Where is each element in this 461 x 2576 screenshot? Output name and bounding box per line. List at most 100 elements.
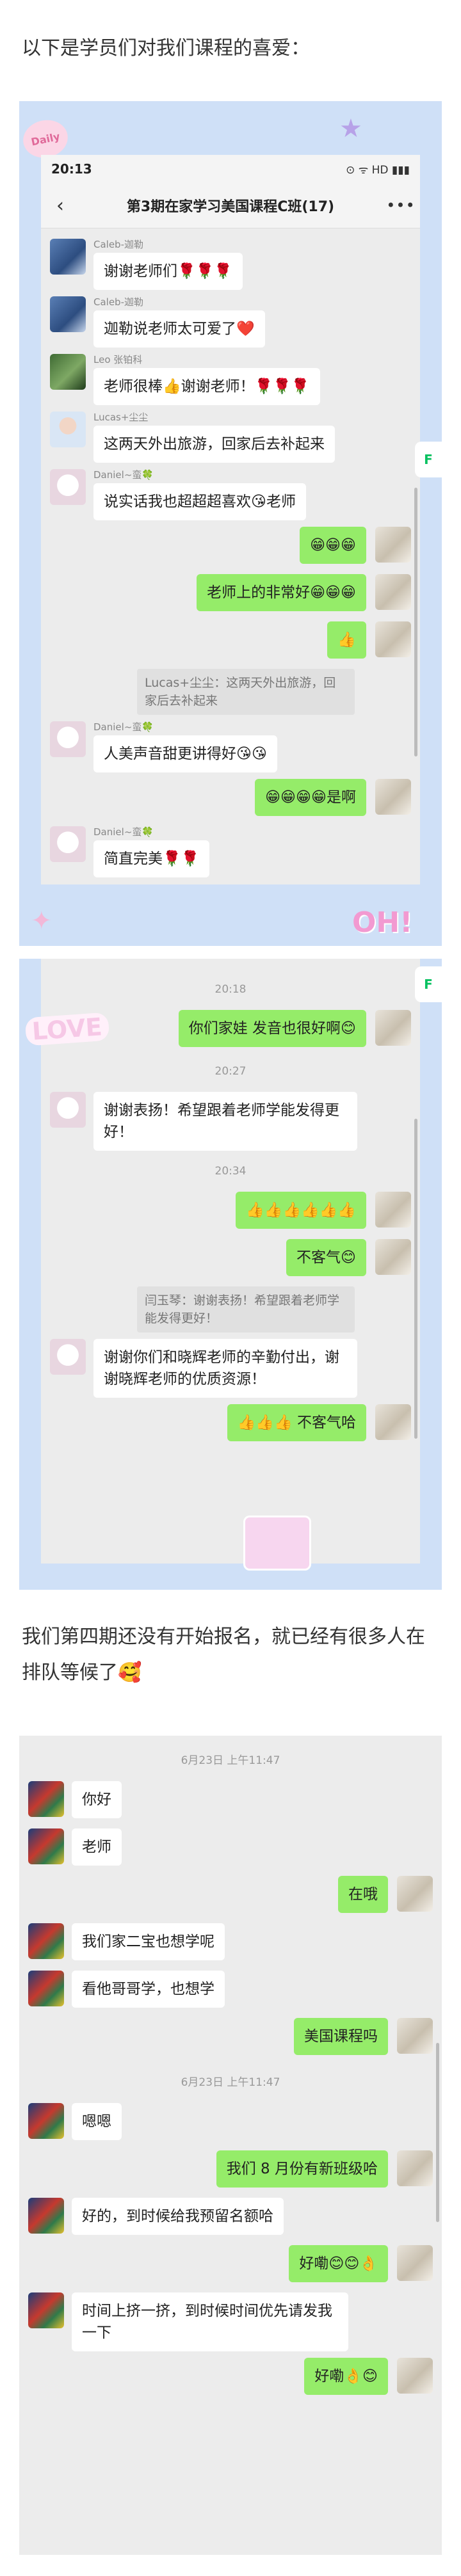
message-row: Daniel~蛮🍀 说实话我也超超超喜欢😘老师 — [41, 469, 420, 520]
avatar[interactable] — [50, 412, 86, 447]
avatar[interactable] — [397, 2018, 433, 2054]
avatar[interactable] — [50, 354, 86, 390]
avatar[interactable] — [375, 621, 411, 657]
sticker-oh: OH! — [352, 906, 413, 939]
avatar[interactable] — [28, 1828, 64, 1864]
intro-text: 以下是学员们对我们课程的喜爱： — [22, 37, 310, 60]
avatar[interactable] — [397, 1876, 433, 1912]
scrollbar[interactable] — [414, 488, 417, 756]
message-bubble[interactable]: 😁😁😁 — [300, 527, 366, 564]
avatar[interactable] — [28, 2103, 64, 2139]
avatar[interactable] — [375, 1404, 411, 1440]
avatar[interactable] — [28, 2198, 64, 2234]
avatar[interactable] — [50, 721, 86, 757]
message-row: Daniel~蛮🍀 简直完美🌹🌹 — [41, 826, 420, 877]
message-bubble[interactable]: 👍👍👍👍👍👍 — [236, 1192, 366, 1229]
message-row: 我们 8 月份有新班级哈 — [19, 2150, 442, 2191]
avatar[interactable] — [397, 2150, 433, 2186]
message-row: 时间上挤一挤，到时候时间优先请发我一下 — [19, 2292, 442, 2351]
sender-name: Caleb-迦勒 — [93, 296, 143, 308]
sender-name: Lucas+尘尘 — [93, 412, 149, 423]
message-bubble[interactable]: 说实话我也超超超喜欢😘老师 — [93, 483, 306, 520]
avatar[interactable] — [28, 1781, 64, 1817]
message-bubble[interactable]: 嗯嗯 — [72, 2103, 122, 2140]
avatar[interactable] — [375, 1192, 411, 1228]
avatar[interactable] — [50, 1092, 86, 1128]
avatar[interactable] — [50, 469, 86, 505]
message-bubble[interactable]: 老师很棒👍谢谢老师！🌹🌹🌹 — [93, 368, 320, 405]
sender-name: Daniel~蛮🍀 — [93, 826, 154, 838]
avatar[interactable] — [375, 527, 411, 563]
back-icon[interactable]: ‹ — [41, 195, 79, 217]
avatar[interactable] — [375, 779, 411, 815]
quoted-message: Lucas+尘尘：这两天外出旅游，回家后去补起来 — [137, 669, 355, 715]
more-icon[interactable]: ••• — [382, 196, 420, 214]
message-bubble[interactable]: 看他哥哥学，也想学 — [72, 1971, 225, 2008]
quoted-message: 闫玉琴：谢谢表扬！希望跟着老师学能发得更好！ — [137, 1286, 355, 1332]
message-row: 在哦 — [19, 1876, 442, 1917]
avatar[interactable] — [397, 2358, 433, 2394]
avatar[interactable] — [28, 2292, 64, 2328]
status-icons: ⊙ ᯤ HD ▮▮▮ — [346, 163, 410, 177]
scrollbar-3[interactable] — [436, 2043, 439, 2222]
message-bubble[interactable]: 谢谢你们和晓辉老师的辛勤付出，谢谢晓辉老师的优质资源！ — [93, 1339, 357, 1398]
side-tab-2[interactable]: F — [415, 966, 442, 1002]
avatar[interactable] — [28, 1923, 64, 1959]
message-bubble[interactable]: 👍 — [327, 621, 366, 659]
message-bubble[interactable]: 我们 8 月份有新班级哈 — [216, 2150, 388, 2188]
message-row: Caleb-迦勒 谢谢老师们🌹🌹🌹 — [41, 239, 420, 290]
message-bubble[interactable]: 你好 — [72, 1781, 122, 1818]
timestamp: 6月23日 上午11:47 — [181, 2076, 280, 2089]
timestamp: 20:27 — [214, 1065, 247, 1078]
message-bubble[interactable]: 我们家二宝也想学呢 — [72, 1923, 225, 1960]
message-row: 👍👍👍 不客气哈 — [41, 1404, 420, 1445]
message-bubble[interactable]: 谢谢表扬！希望跟着老师学能发得更好！ — [93, 1092, 357, 1151]
message-row: 好嘞😊😊👌 — [19, 2245, 442, 2286]
side-tab[interactable]: F — [415, 442, 442, 477]
message-bubble[interactable]: 时间上挤一挤，到时候时间优先请发我一下 — [72, 2292, 348, 2351]
message-bubble[interactable]: 谢谢老师们🌹🌹🌹 — [93, 253, 243, 290]
message-bubble[interactable]: 在哦 — [338, 1876, 388, 1913]
sender-name: Leo 张铂科 — [93, 354, 143, 365]
sticker-love: LOVE — [24, 1012, 109, 1046]
avatar[interactable] — [50, 239, 86, 275]
avatar[interactable] — [375, 1239, 411, 1275]
avatar[interactable] — [50, 1339, 86, 1375]
avatar[interactable] — [50, 296, 86, 332]
scrollbar-2[interactable] — [414, 1119, 417, 1439]
message-row: 👍 — [41, 621, 420, 662]
chat-screenshot-1: Daily ★ 20:13 ⊙ ᯤ HD ▮▮▮ ‹ 第3期在家学习美国课程C班… — [19, 101, 442, 946]
message-bubble[interactable]: 好嘞👌😊 — [304, 2358, 388, 2395]
message-bubble[interactable]: 😁😁😁😁是啊 — [255, 779, 366, 816]
message-bubble[interactable]: 美国课程吗 — [294, 2018, 388, 2055]
message-bubble[interactable]: 迦勒说老师太可爱了❤️ — [93, 310, 265, 348]
status-time: 20:13 — [51, 161, 92, 177]
chat-screenshot-3: 6月23日 上午11:47 你好老师在哦我们家二宝也想学呢 看他哥哥学，也想学美国课… — [19, 1736, 442, 2555]
message-row: 😁😁😁😁是啊 — [41, 779, 420, 820]
message-bubble[interactable]: 这两天外出旅游，回家后去补起来 — [93, 426, 335, 463]
message-bubble[interactable]: 人美声音甜更讲得好😘😘 — [93, 735, 277, 772]
avatar[interactable] — [397, 2245, 433, 2281]
avatar[interactable] — [375, 1010, 411, 1046]
message-row: Leo 张铂科老师很棒👍谢谢老师！🌹🌹🌹 — [41, 354, 420, 405]
message-bubble[interactable]: 👍👍👍 不客气哈 — [227, 1404, 366, 1441]
message-list[interactable]: Caleb-迦勒 谢谢老师们🌹🌹🌹 Caleb-迦勒迦勒说老师太可爱了❤️ Leo 张… — [41, 228, 420, 888]
message-row: 好嘞👌😊 — [19, 2358, 442, 2399]
avatar[interactable] — [50, 826, 86, 862]
message-bubble[interactable]: 你们家娃 发音也很好啊😊 — [178, 1010, 366, 1047]
message-bubble[interactable]: 好的，到时候给我预留名额哈 — [72, 2198, 284, 2235]
message-list-3[interactable]: 6月23日 上午11:47 你好老师在哦我们家二宝也想学呢 看他哥哥学，也想学美国课… — [19, 1736, 442, 2409]
message-bubble[interactable]: 老师 — [72, 1828, 122, 1866]
sender-name: Daniel~蛮🍀 — [93, 721, 154, 733]
message-bubble[interactable]: 不客气😊 — [286, 1239, 366, 1276]
avatar[interactable] — [375, 574, 411, 610]
message-row: 老师 — [19, 1828, 442, 1869]
message-bubble[interactable]: 简直完美🌹🌹 — [93, 840, 210, 877]
message-row: 😁😁😁 — [41, 527, 420, 568]
message-bubble[interactable]: 老师上的非常好😁😁😁 — [197, 574, 366, 611]
avatar[interactable] — [28, 1971, 64, 2006]
message-bubble[interactable]: 好嘞😊😊👌 — [289, 2245, 388, 2282]
sticker-star: ★ — [339, 114, 362, 143]
message-row: 嗯嗯 — [19, 2103, 442, 2144]
message-row: Lucas+尘尘这两天外出旅游，回家后去补起来 — [41, 412, 420, 463]
